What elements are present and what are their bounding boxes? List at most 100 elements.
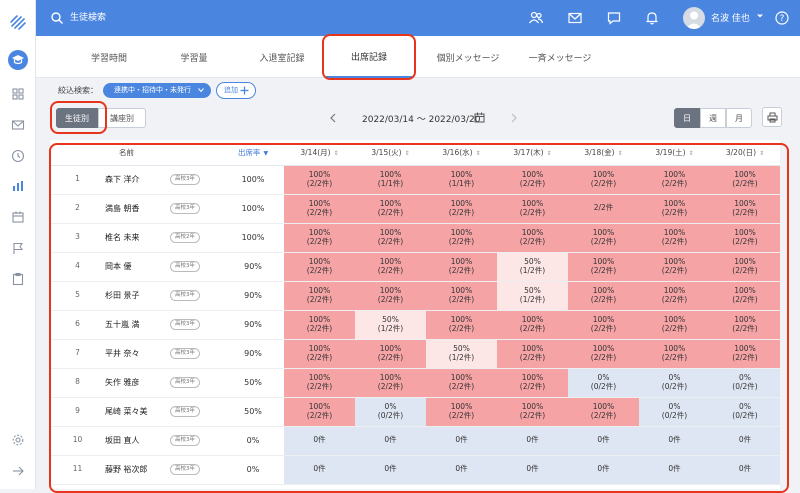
- col-date[interactable]: 3/15(火) ⇕: [355, 140, 426, 166]
- sort-icon: ⇕: [617, 149, 623, 157]
- attendance-cell: 100% (2/2件): [497, 223, 568, 253]
- table-row[interactable]: 6 五十嵐 満高校3年 90% 100% (2/2件) 50% (1/2件) 100% (2/2…: [50, 310, 780, 340]
- cell-count: (2/2件): [661, 294, 688, 304]
- tab-broadcast-message[interactable]: 一斉メッセージ: [510, 36, 610, 78]
- cell-count: (2/2件): [661, 352, 688, 362]
- table-row[interactable]: 7 平井 奈々 高校3年 90% 100% (2/2件) 100% (2/2件) 50% (1/2…: [50, 339, 780, 369]
- status-filter-chip[interactable]: 連携中・招待中・未発行: [103, 83, 211, 98]
- sidebar-item-mail[interactable]: [8, 115, 28, 135]
- sidebar-item-analytics[interactable]: [8, 176, 28, 196]
- period-week-toggle[interactable]: 週: [700, 108, 726, 128]
- cell-count: (2/2件): [661, 265, 688, 275]
- cell-count: (2/2件): [519, 207, 546, 217]
- col-date[interactable]: 3/17(木) ⇕: [497, 140, 568, 166]
- calendar-icon[interactable]: [474, 112, 485, 123]
- col-rate[interactable]: 出席率 ▼: [222, 140, 284, 166]
- cell-count: (2/2件): [661, 178, 688, 188]
- cell-count: (1/1件): [448, 178, 475, 188]
- users-icon[interactable]: [528, 10, 544, 26]
- print-button[interactable]: [762, 107, 782, 127]
- attendance-cell: 100% (2/2件): [710, 223, 780, 253]
- period-day-toggle[interactable]: 日: [674, 108, 700, 128]
- period-month-toggle[interactable]: 月: [726, 108, 752, 128]
- chevron-down-icon[interactable]: [756, 12, 764, 20]
- add-filter-button[interactable]: 追加: [216, 82, 256, 99]
- bell-icon[interactable]: [644, 10, 660, 26]
- mail-icon[interactable]: [567, 10, 583, 26]
- attendance-rate: 90%: [222, 310, 284, 340]
- table-row[interactable]: 8 矢作 雅彦 高校3年 50% 100% (2/2件) 100% (2/2件) 100% (2/…: [50, 368, 780, 398]
- by-course-toggle[interactable]: 講座別: [98, 108, 146, 128]
- cell-count: (2/2件): [732, 236, 758, 246]
- attendance-cell: 100% (2/2件): [284, 252, 355, 282]
- table-row[interactable]: 3 椎名 未来 高校2年 100% 100% (2/2件) 100% (2/2件) 100% (2…: [50, 223, 780, 253]
- by-student-toggle[interactable]: 生徒別: [56, 108, 98, 128]
- help-icon[interactable]: ?: [774, 10, 790, 26]
- user-name[interactable]: 名波 佳也: [711, 11, 750, 24]
- col-date[interactable]: 3/20(日) ⇕: [710, 140, 780, 166]
- tab-study-time[interactable]: 学習時間: [66, 36, 152, 78]
- cell-count: (2/2件): [306, 323, 333, 333]
- col-date[interactable]: 3/16(水) ⇕: [426, 140, 497, 166]
- cell-count: (2/2件): [519, 236, 546, 246]
- tab-individual-message[interactable]: 個別メッセージ: [418, 36, 518, 78]
- attendance-rate: 90%: [222, 252, 284, 282]
- grade-cell: 高校3年: [170, 281, 222, 311]
- chevron-left-icon[interactable]: [329, 113, 337, 123]
- sidebar-item-logout[interactable]: [8, 461, 28, 481]
- avatar[interactable]: [683, 7, 705, 29]
- attendance-cell: 100% (2/2件): [639, 223, 710, 253]
- attendance-cell: 100% (2/2件): [568, 281, 639, 311]
- sidebar-item-flag[interactable]: [8, 238, 28, 258]
- tab-entry-exit[interactable]: 入退室記録: [239, 36, 325, 78]
- chevron-right-icon[interactable]: [510, 113, 518, 123]
- student-name: 椎名 未来: [105, 223, 170, 253]
- cell-count: (0/2件): [590, 381, 617, 391]
- attendance-cell: 0件: [284, 426, 355, 456]
- attendance-rate: 100%: [222, 223, 284, 253]
- attendance-rate: 90%: [222, 281, 284, 311]
- attendance-cell: 100% (2/2件): [568, 339, 639, 369]
- col-date[interactable]: 3/14(月) ⇕: [284, 140, 355, 166]
- date-range: 2022/03/14 〜 2022/03/20: [362, 115, 481, 125]
- cell-value: 0件: [738, 435, 752, 445]
- col-date[interactable]: 3/19(土) ⇕: [639, 140, 710, 166]
- table-row[interactable]: 4 岡本 優高校3年 90% 100% (2/2件) 100% (2/2件) 100% (2/2…: [50, 252, 780, 282]
- cell-count: (2/2件): [448, 207, 475, 217]
- table-row[interactable]: 11 藤野 裕次郎 高校3年 0% 0件 0件 0件 0件 0件 0件 0件: [50, 455, 780, 485]
- grade-cell: 高校3年: [170, 397, 222, 427]
- cell-count: (2/2件): [590, 352, 617, 362]
- table-row[interactable]: 2 満島 朝香 高校3年 100% 100% (2/2件) 100% (2/2件) 100% (2…: [50, 194, 780, 224]
- grade-badge: 高校3年: [170, 290, 200, 301]
- table-row[interactable]: 1 森下 洋介 高校3年 100% 100% (2/2件) 100% (1/1件) 100% (1…: [50, 165, 780, 195]
- attendance-cell: 0件: [710, 426, 780, 456]
- sidebar-item-calendar[interactable]: [8, 207, 28, 227]
- student-search-input[interactable]: 生徒検索: [70, 10, 106, 23]
- cell-count: (2/2件): [590, 236, 617, 246]
- sidebar-item-dashboard[interactable]: [8, 84, 28, 104]
- grade-cell: 高校3年: [170, 455, 222, 485]
- tab-study-amount[interactable]: 学習量: [156, 36, 232, 78]
- attendance-cell: 100% (2/2件): [710, 252, 780, 282]
- printer-icon: [767, 112, 778, 123]
- sidebar-item-students[interactable]: [8, 50, 28, 70]
- sidebar-item-time[interactable]: [8, 146, 28, 166]
- sidebar-item-settings[interactable]: [8, 430, 28, 450]
- tab-attendance[interactable]: 出席記録: [326, 36, 412, 78]
- attendance-cell: 100% (2/2件): [355, 281, 426, 311]
- cell-count: (2/2件): [448, 265, 475, 275]
- arrow-right-icon: [13, 466, 24, 476]
- table-row[interactable]: 5 杉田 景子 高校3年 90% 100% (2/2件) 100% (2/2件) 100% (2/…: [50, 281, 780, 311]
- attendance-cell: 100% (2/2件): [497, 368, 568, 398]
- table-row[interactable]: 10 坂田 直人 高校3年 0% 0件 0件 0件 0件 0件 0件 0件: [50, 426, 780, 456]
- attendance-cell: 0件: [426, 426, 497, 456]
- grade-cell: 高校2年: [170, 223, 222, 253]
- table-row[interactable]: 9 尾崎 菜々美 高校3年 50% 100% (2/2件) 0% (0/2件) 100% (2/2…: [50, 397, 780, 427]
- chat-icon[interactable]: [606, 10, 622, 26]
- search-icon[interactable]: [50, 11, 64, 25]
- cell-count: (0/2件): [661, 381, 688, 391]
- cell-count: (2/2件): [377, 352, 404, 362]
- col-date[interactable]: 3/18(金) ⇕: [568, 140, 639, 166]
- sidebar-item-clipboard[interactable]: [8, 269, 28, 289]
- cell-count: (0/2件): [732, 381, 758, 391]
